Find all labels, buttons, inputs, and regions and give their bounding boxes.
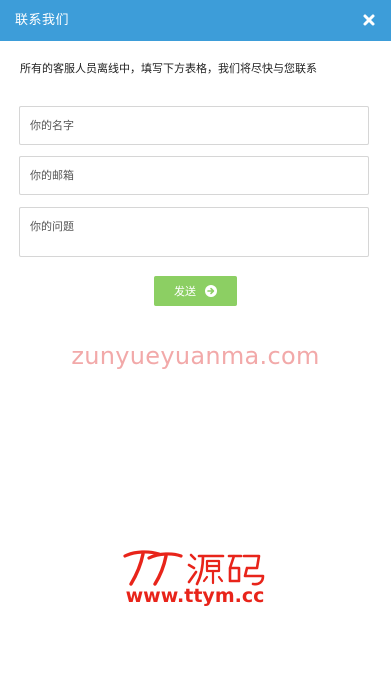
offline-notice-text: 所有的客服人员离线中，填写下方表格，我们将尽快与您联系 xyxy=(20,62,317,75)
contact-us-dialog: 联系我们 所有的客服人员离线中，填写下方表格，我们将尽快与您联系 发送 zuny… xyxy=(0,0,391,693)
send-button[interactable]: 发送 xyxy=(154,276,237,306)
email-input[interactable] xyxy=(19,156,369,195)
close-icon xyxy=(363,14,375,26)
watermark-url-text: zunyueyuanma.com xyxy=(71,342,320,370)
arrow-right-circle-icon xyxy=(205,285,217,297)
site-logo: www.ttym.cc xyxy=(115,546,275,616)
dialog-title: 联系我们 xyxy=(15,13,70,28)
close-button[interactable] xyxy=(359,10,379,30)
logo-site-url: www.ttym.cc xyxy=(125,585,265,607)
send-button-label: 发送 xyxy=(174,285,196,298)
question-textarea[interactable] xyxy=(19,207,369,257)
name-input[interactable] xyxy=(19,106,369,145)
dialog-header: 联系我们 xyxy=(0,0,391,41)
